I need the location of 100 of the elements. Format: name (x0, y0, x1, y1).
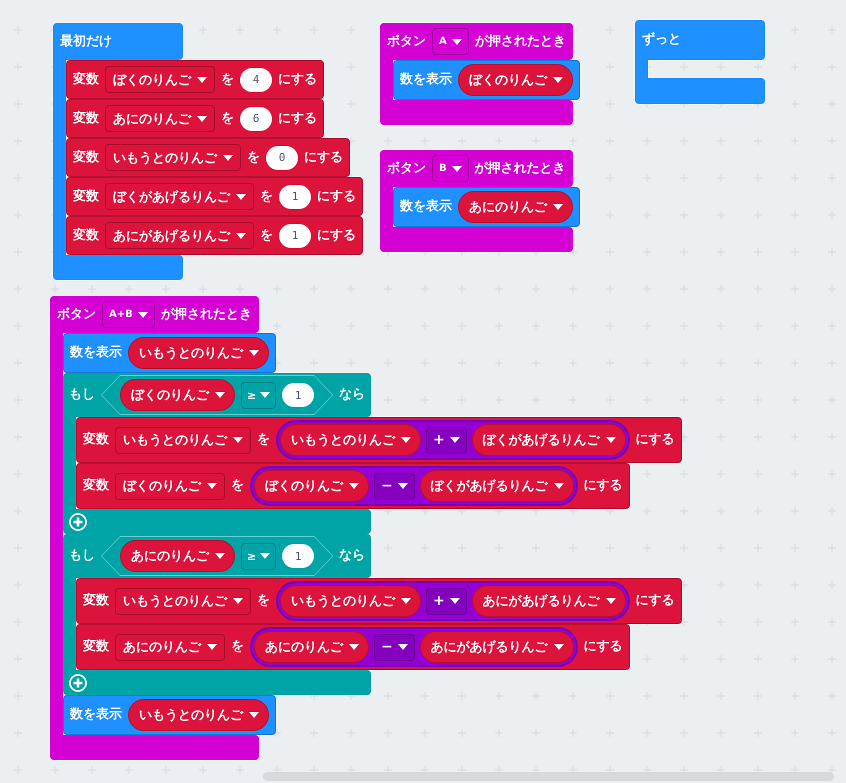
forever-block[interactable]: ずっと (635, 20, 765, 104)
plus-icon[interactable] (69, 674, 87, 692)
show-number-block[interactable]: 数を表示 いもうとのりんご (63, 695, 276, 735)
arithmetic-block[interactable]: いもうとのりんご + ぼくがあげるりんご (276, 420, 630, 460)
block-label: 数を表示 (70, 345, 122, 361)
variable-dropdown[interactable]: あにのりんご (105, 105, 215, 132)
variable-block[interactable]: いもうとのりんご (280, 424, 421, 456)
operator-dropdown[interactable]: ≥ (241, 382, 276, 408)
number-field[interactable]: 1 (279, 224, 311, 248)
variable-block[interactable]: ぼくのりんご (458, 64, 573, 96)
button-event-block[interactable]: ボタン B が押されたとき 数を表示 あにのりんご (380, 150, 580, 252)
plus-icon[interactable] (69, 512, 87, 530)
block-label: を (231, 478, 244, 494)
if-block[interactable]: もし あにのりんご ≥ 1 なら 変数 いもうとのりんご を いもうとのりんご + あにがあげるりんご にする 変数 あにのりんご を あにのりんご − あにがあげるりんご にする (63, 534, 682, 695)
set-variable-block[interactable]: 変数 ぼくのりんご を ぼくのりんご − ぼくがあげるりんご にする (76, 463, 630, 509)
button-dropdown[interactable]: A (432, 28, 469, 55)
variable-block[interactable]: あにのりんご (458, 191, 573, 223)
variable-dropdown[interactable]: あにがあげるりんご (105, 222, 254, 249)
arithmetic-block[interactable]: ぼくのりんご − ぼくがあげるりんご (250, 466, 578, 506)
variable-block[interactable]: ぼくのりんご (120, 379, 235, 411)
set-variable-block[interactable]: 変数 いもうとのりんご を いもうとのりんご + あにがあげるりんご にする (76, 578, 682, 624)
variable-block[interactable]: あにのりんご (254, 631, 369, 663)
variable-block[interactable]: いもうとのりんご (128, 337, 269, 369)
set-variable-block[interactable]: 変数 いもうとのりんご を いもうとのりんご + ぼくがあげるりんご にする (76, 417, 682, 463)
number-field[interactable]: 1 (279, 184, 311, 208)
caret-icon (452, 166, 462, 172)
variable-dropdown[interactable]: いもうとのりんご (115, 588, 251, 614)
variable-dropdown[interactable]: ぼくのりんご (115, 472, 225, 500)
operator-dropdown[interactable]: ≥ (241, 542, 276, 570)
caret-icon (207, 644, 217, 650)
arithmetic-block[interactable]: いもうとのりんご + あにがあげるりんご (276, 581, 630, 621)
block-label: にする (278, 72, 317, 88)
block-label: もし (69, 548, 95, 564)
comparison-block[interactable]: ぼくのりんご ≥ 1 (101, 375, 334, 415)
block-label: が押されたとき (160, 306, 252, 322)
block-label: ボタン (57, 306, 96, 322)
variable-dropdown[interactable]: あにのりんご (115, 634, 225, 660)
caret-icon (138, 312, 148, 318)
set-variable-block[interactable]: 変数 あにのりんご を 6 にする (66, 99, 324, 138)
number-field[interactable]: 6 (240, 106, 272, 130)
block-label: 最初だけ (60, 34, 112, 50)
number-field[interactable]: 4 (240, 68, 272, 92)
show-number-block[interactable]: 数を表示 いもうとのりんご (63, 333, 276, 373)
variable-block[interactable]: いもうとのりんご (128, 699, 269, 731)
block-label: にする (636, 593, 675, 609)
variable-block[interactable]: あにのりんご (120, 540, 235, 572)
caret-icon (197, 76, 207, 82)
variable-block[interactable]: あにがあげるりんご (472, 585, 626, 617)
caret-icon (450, 437, 460, 443)
block-label: が押されたとき (474, 160, 566, 176)
variable-block[interactable]: ぼくがあげるりんご (420, 470, 574, 502)
block-label: にする (636, 432, 675, 448)
set-variable-block[interactable]: 変数 あにのりんご を あにのりんご − あにがあげるりんご にする (76, 624, 630, 670)
comparison-block[interactable]: あにのりんご ≥ 1 (101, 536, 334, 576)
caret-icon (249, 712, 259, 718)
block-label: 数を表示 (70, 707, 122, 723)
caret-icon (553, 204, 563, 210)
block-label: なら (339, 387, 366, 403)
arithmetic-block[interactable]: あにのりんご − あにがあげるりんご (250, 627, 578, 667)
set-variable-block[interactable]: 変数 あにがあげるりんご を 1 にする (66, 216, 363, 255)
variable-dropdown[interactable]: ぼくがあげるりんご (105, 183, 254, 210)
operator-dropdown[interactable]: − (374, 472, 415, 500)
variable-block[interactable]: いもうとのりんご (280, 585, 421, 617)
show-number-block[interactable]: 数を表示 あにのりんご (393, 187, 580, 227)
variable-dropdown[interactable]: ぼくのりんご (105, 66, 215, 93)
block-label: を (257, 432, 270, 448)
on-start-block[interactable]: 最初だけ 変数 ぼくのりんご を 4 にする 変数 あにのりんご を 6 にする 変数 いもうとのりんご を 0 にする 変数 ぼくがあげるりんご を 1 にする 変数 あにがあげるりんご を 1 にする (53, 23, 363, 280)
button-dropdown[interactable]: B (432, 155, 469, 182)
caret-icon (349, 644, 359, 650)
button-event-block[interactable]: ボタン A が押されたとき 数を表示 ぼくのりんご (380, 23, 580, 125)
set-variable-block[interactable]: 変数 ぼくのりんご を 4 にする (66, 60, 324, 99)
operator-dropdown[interactable]: + (426, 588, 467, 614)
variable-block[interactable]: ぼくがあげるりんご (472, 424, 626, 456)
number-field[interactable]: 0 (266, 146, 298, 170)
button-event-block[interactable] (50, 296, 682, 760)
variable-dropdown[interactable]: いもうとのりんご (105, 144, 241, 171)
button-dropdown[interactable]: A+B (102, 301, 155, 328)
set-variable-block[interactable]: 変数 いもうとのりんご を 0 にする (66, 138, 350, 177)
operator-dropdown[interactable]: − (374, 634, 415, 660)
caret-icon (606, 598, 616, 604)
block-label: 変数 (73, 110, 99, 126)
operator-dropdown[interactable]: + (426, 426, 467, 454)
block-label: を (231, 639, 244, 655)
number-field[interactable]: 1 (282, 383, 314, 407)
caret-icon (450, 598, 460, 604)
caret-icon (260, 392, 270, 398)
block-label: 変数 (73, 150, 99, 166)
block-label: 変数 (83, 639, 109, 655)
variable-block[interactable]: ぼくのりんご (254, 470, 369, 502)
caret-icon (398, 483, 408, 489)
if-block[interactable]: もし ぼくのりんご ≥ 1 なら 変数 いもうとのりんご を いもうとのりんご + ぼくがあげるりんご にする 変数 ぼくのりんご を ぼくのりんご − ぼくがあげるりんご にする (63, 373, 682, 534)
block-label: にする (317, 228, 356, 244)
variable-block[interactable]: あにがあげるりんご (420, 631, 574, 663)
block-label: を (260, 228, 273, 244)
caret-icon (207, 483, 217, 489)
set-variable-block[interactable]: 変数 ぼくがあげるりんご を 1 にする (66, 177, 363, 216)
block-label: を (247, 150, 260, 166)
number-field[interactable]: 1 (282, 544, 314, 568)
show-number-block[interactable]: 数を表示 ぼくのりんご (393, 60, 580, 100)
variable-dropdown[interactable]: いもうとのりんご (115, 426, 251, 454)
